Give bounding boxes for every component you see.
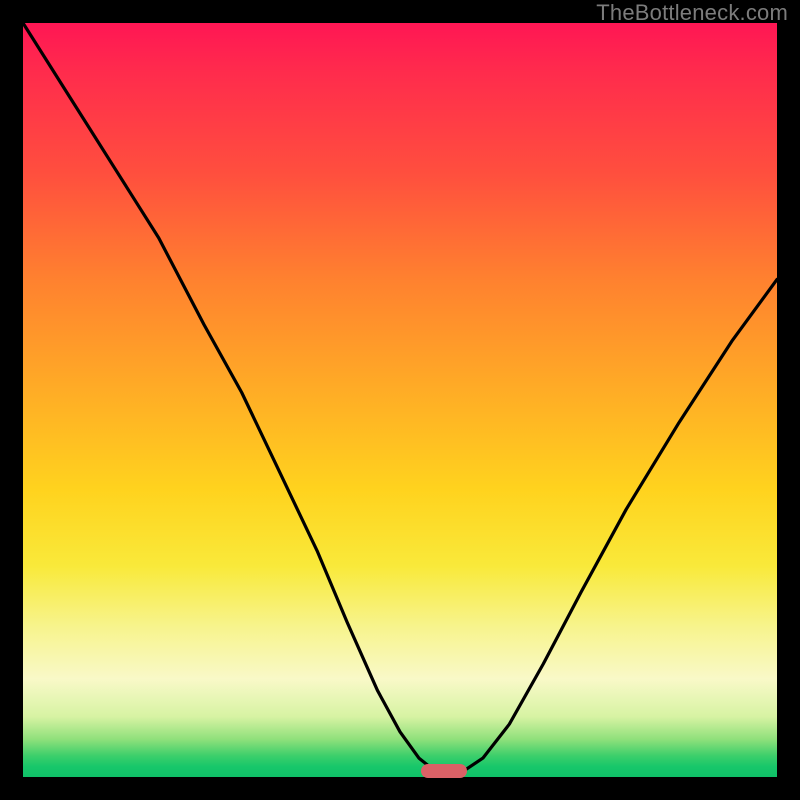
plot-area	[23, 23, 777, 777]
bottleneck-curve	[23, 23, 777, 777]
chart-frame: TheBottleneck.com	[0, 0, 800, 800]
optimum-marker	[421, 764, 467, 778]
